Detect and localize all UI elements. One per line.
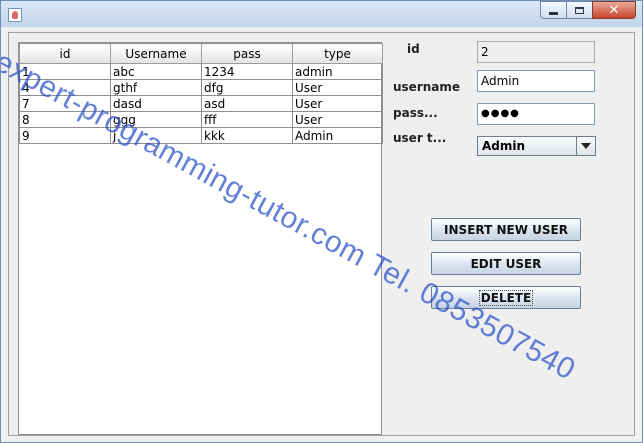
table-cell[interactable]: dfg — [201, 79, 293, 96]
table-cell[interactable]: admin — [292, 63, 383, 80]
table-cell[interactable]: j — [110, 127, 202, 144]
app-window: ✕ id Username pass type 1 abc 1234 admin… — [0, 0, 643, 443]
table-cell[interactable]: 8 — [19, 111, 111, 128]
close-button[interactable]: ✕ — [592, 1, 636, 19]
column-header-type[interactable]: type — [292, 43, 383, 64]
table-cell[interactable]: dasd — [110, 95, 202, 112]
edit-user-button[interactable]: EDIT USER — [431, 252, 581, 275]
table-cell[interactable]: ggg — [110, 111, 202, 128]
maximize-icon — [575, 6, 584, 14]
password-field[interactable]: ●●●● — [477, 103, 595, 125]
table-cell[interactable]: 1 — [19, 63, 111, 80]
table-row[interactable]: 8 ggg fff User — [19, 111, 383, 128]
table-cell[interactable]: Admin — [292, 127, 383, 144]
main-panel: id Username pass type 1 abc 1234 admin 4 — [8, 32, 635, 436]
delete-button-label: DELETE — [478, 289, 534, 306]
title-bar[interactable]: ✕ — [1, 1, 642, 27]
username-field[interactable]: Admin — [477, 70, 595, 92]
table-header-row: id Username pass type — [19, 43, 383, 64]
table-cell[interactable]: 1234 — [201, 63, 293, 80]
table-cell[interactable]: fff — [201, 111, 293, 128]
close-icon: ✕ — [608, 2, 620, 18]
table-cell[interactable]: kkk — [201, 127, 293, 144]
table-row[interactable]: 9 j kkk Admin — [19, 127, 383, 144]
dropdown-arrow-button[interactable] — [576, 137, 595, 155]
window-controls: ✕ — [540, 1, 636, 20]
table-cell[interactable]: 9 — [19, 127, 111, 144]
delete-button[interactable]: DELETE — [431, 286, 581, 309]
table-row[interactable]: 4 gthf dfg User — [19, 79, 383, 96]
insert-button-label: INSERT NEW USER — [444, 222, 568, 237]
username-label: username — [393, 80, 461, 94]
column-header-id[interactable]: id — [19, 43, 111, 64]
edit-button-label: EDIT USER — [470, 256, 542, 271]
table-cell[interactable]: User — [292, 111, 383, 128]
users-table[interactable]: id Username pass type 1 abc 1234 admin 4 — [19, 43, 383, 144]
chevron-down-icon — [581, 143, 591, 149]
insert-new-user-button[interactable]: INSERT NEW USER — [431, 218, 581, 241]
usertype-selected-value: Admin — [482, 139, 526, 153]
id-label: id — [407, 42, 420, 56]
table-cell[interactable]: 7 — [19, 95, 111, 112]
table-cell[interactable]: asd — [201, 95, 293, 112]
password-label: pass... — [393, 106, 438, 120]
users-table-scroll[interactable]: id Username pass type 1 abc 1234 admin 4 — [18, 42, 383, 435]
usertype-label: user t... — [393, 131, 447, 145]
minimize-icon — [549, 11, 558, 15]
id-field: 2 — [477, 41, 595, 63]
table-cell[interactable]: 4 — [19, 79, 111, 96]
table-cell[interactable]: User — [292, 79, 383, 96]
table-cell[interactable]: abc — [110, 63, 202, 80]
maximize-button[interactable] — [566, 1, 593, 19]
column-header-username[interactable]: Username — [110, 43, 202, 64]
usertype-select[interactable]: Admin — [477, 136, 596, 156]
column-header-pass[interactable]: pass — [201, 43, 293, 64]
table-cell[interactable]: gthf — [110, 79, 202, 96]
table-row[interactable]: 1 abc 1234 admin — [19, 63, 383, 80]
minimize-button[interactable] — [540, 1, 567, 19]
table-cell[interactable]: User — [292, 95, 383, 112]
java-cup-icon — [8, 8, 22, 22]
table-row[interactable]: 7 dasd asd User — [19, 95, 383, 112]
